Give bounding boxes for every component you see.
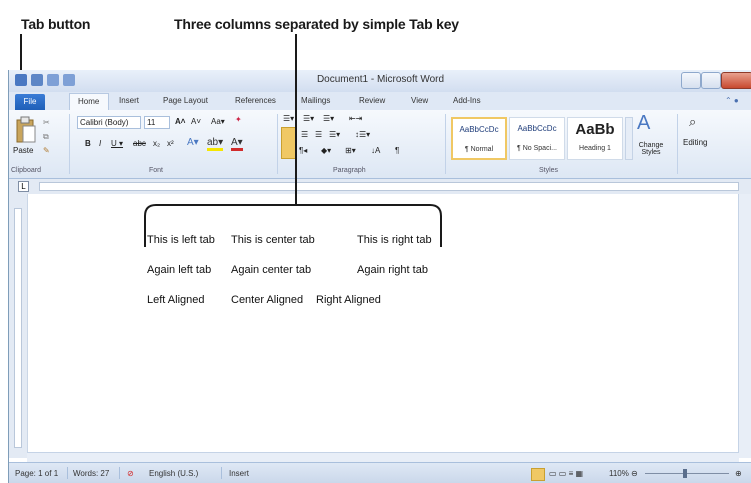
columns-bracket-annotation (144, 34, 442, 247)
